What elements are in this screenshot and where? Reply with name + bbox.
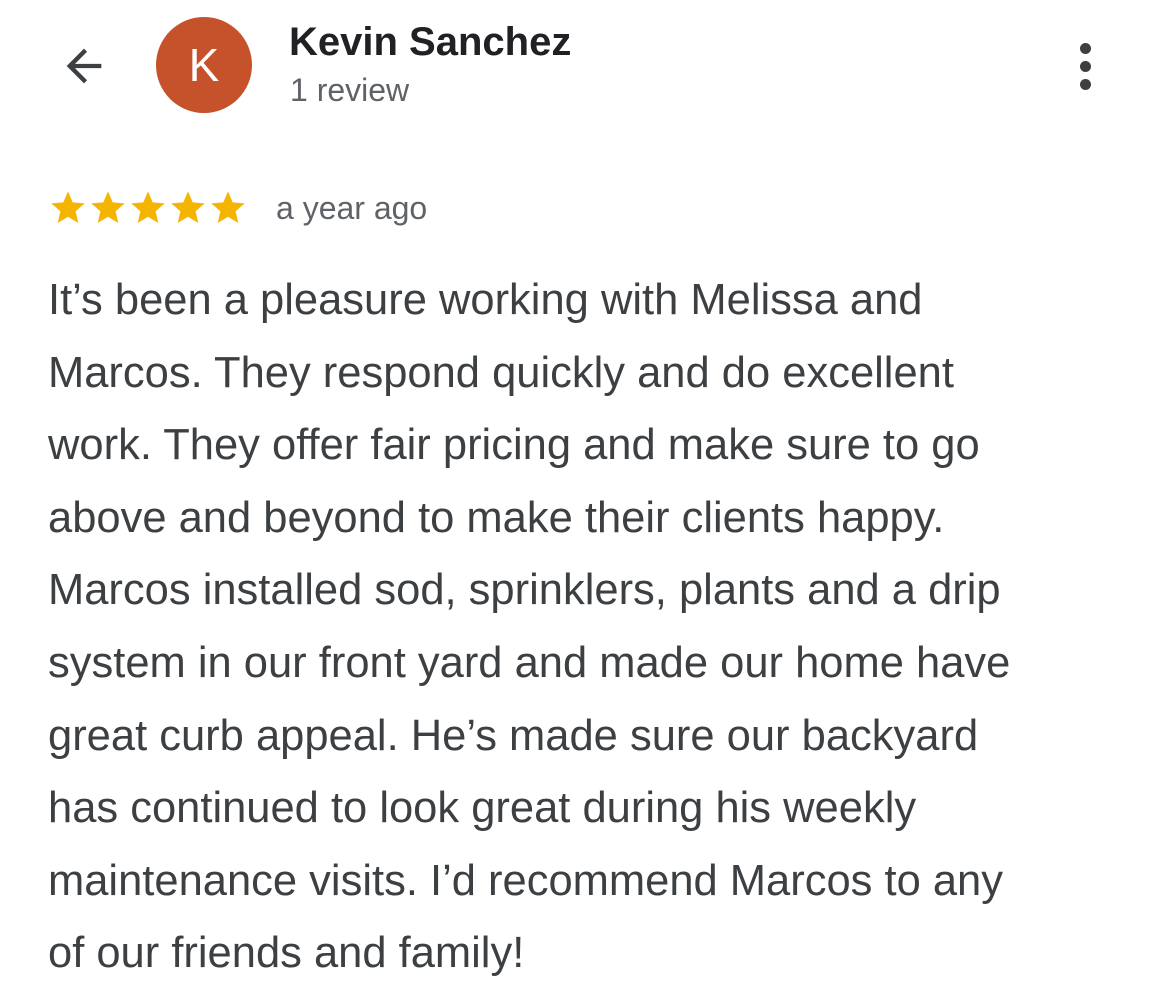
star-icon (171, 191, 205, 223)
more-vert-icon-dot (1079, 60, 1091, 72)
review-text-line: maintenance visits. I’d recommend Marcos… (48, 856, 1003, 905)
review-header: K Kevin Sanchez 1 review (0, 0, 1170, 140)
author-name[interactable]: Kevin Sanchez (289, 18, 571, 66)
review-text-line: above and beyond to make their clients h… (48, 493, 945, 542)
review-text: It’s been a pleasure working with Meliss… (48, 264, 1138, 987)
star-rating (48, 188, 248, 228)
review-text-line: great curb appeal. He’s made sure our ba… (48, 711, 979, 760)
star-icon (51, 191, 85, 223)
star-icon (131, 191, 165, 223)
review-text-line: of our friends and family! (48, 929, 525, 978)
review-page: K Kevin Sanchez 1 review a year ago It’s… (0, 0, 1170, 987)
back-button[interactable] (52, 38, 116, 94)
avatar[interactable]: K (156, 17, 252, 113)
rating-row: a year ago (48, 186, 427, 230)
star-icon (211, 191, 245, 223)
review-text-line: It’s been a pleasure working with Meliss… (48, 276, 923, 324)
review-text-line: system in our front yard and made our ho… (48, 638, 1011, 687)
review-text-line: Marcos installed sod, sprinklers, plants… (48, 566, 1001, 615)
arrow-back-icon (66, 48, 102, 84)
review-text-line: has continued to look great during his w… (48, 784, 917, 833)
more-vert-icon-dot (1079, 78, 1091, 90)
more-vert-icon-dot (1079, 42, 1091, 54)
review-text-line: Marcos. They respond quickly and do exce… (48, 348, 954, 397)
more-options-button[interactable] (1060, 34, 1110, 98)
review-text-line: work. They offer fair pricing and make s… (48, 421, 980, 470)
star-icon (91, 191, 125, 223)
author-review-count: 1 review (290, 72, 410, 108)
avatar-letter: K (188, 39, 220, 91)
review-date: a year ago (276, 190, 428, 226)
